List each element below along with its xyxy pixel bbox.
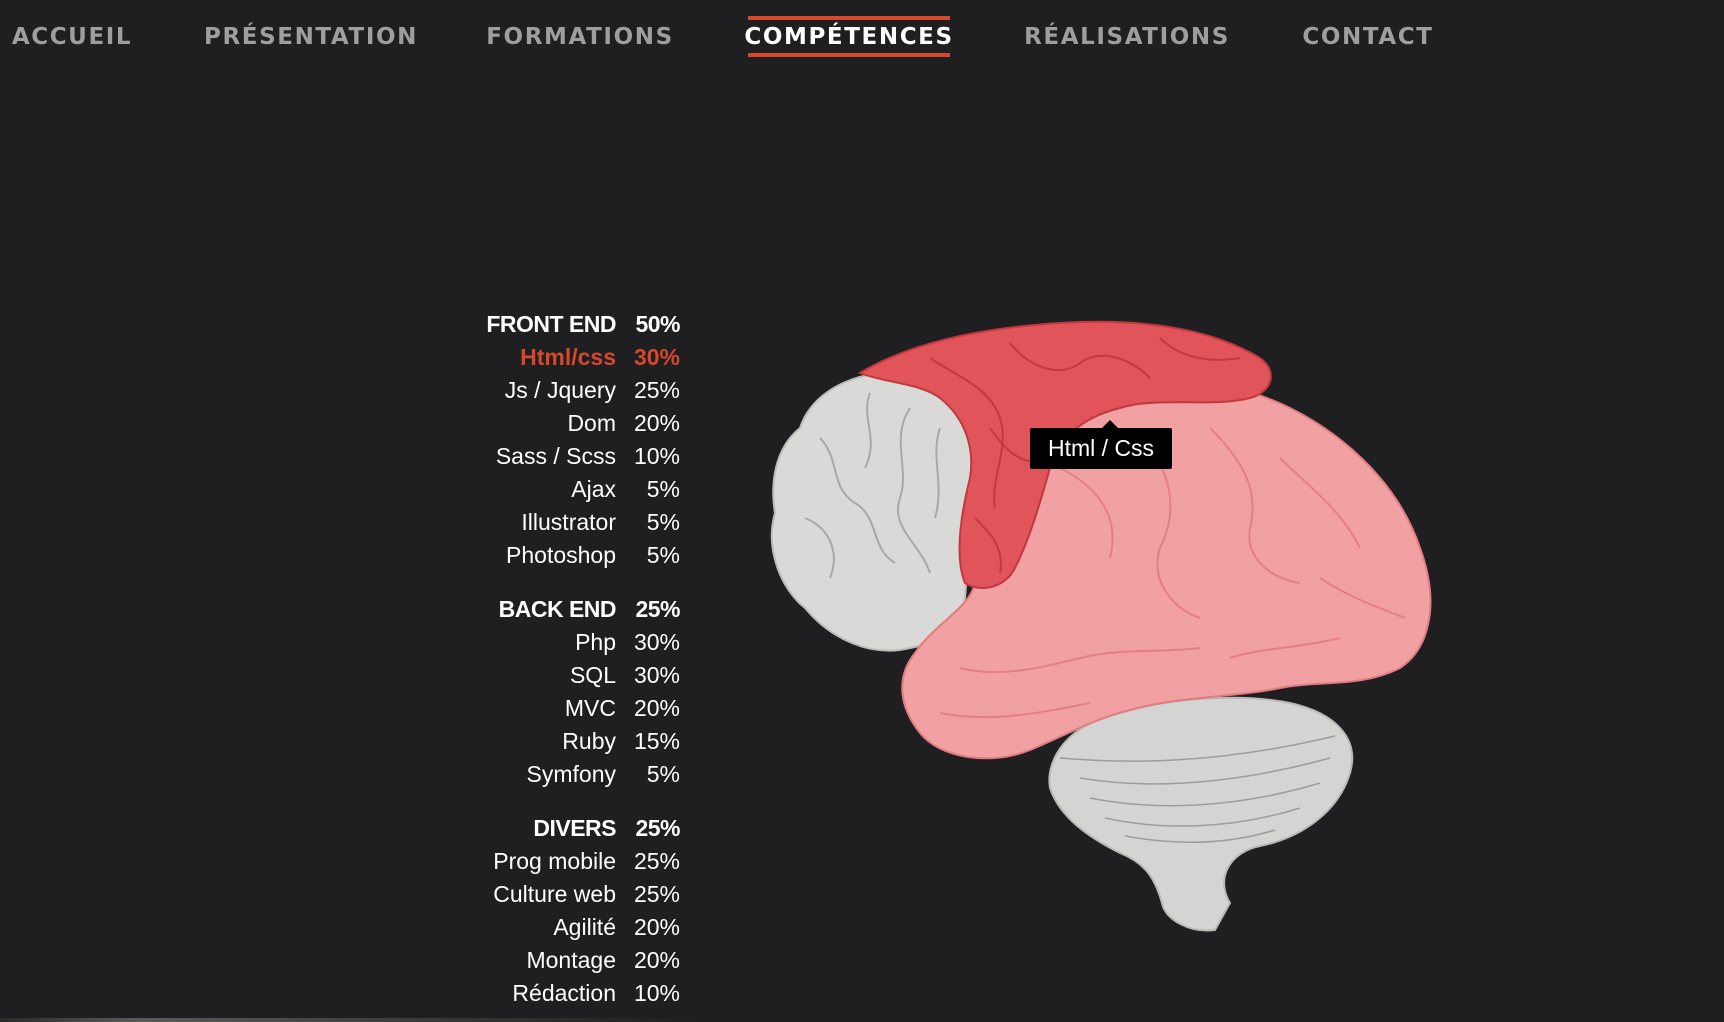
skill-name: Agilité [553, 914, 616, 940]
skill-percent: 25% [633, 377, 680, 403]
nav-link-presentation[interactable]: PRÉSENTATION [204, 16, 416, 57]
nav-link-contact[interactable]: CONTACT [1302, 16, 1432, 57]
skill-item-symfony[interactable]: Symfony 5% [420, 758, 680, 791]
brain-tooltip: Html / Css [1030, 420, 1173, 469]
skill-item-illustrator[interactable]: Illustrator 5% [420, 506, 680, 539]
skill-name: MVC [564, 695, 616, 721]
skill-percent: 30% [633, 344, 680, 370]
skill-name: Ruby [562, 728, 616, 754]
skill-group-percent: 25% [635, 596, 680, 622]
skill-name: Dom [567, 410, 616, 436]
skill-item-photoshop[interactable]: Photoshop 5% [420, 539, 680, 572]
skills-list: FRONT END 50% Html/css 30% Js / Jquery 2… [420, 308, 680, 1010]
brain-illustration [770, 320, 1432, 932]
skill-item-dom[interactable]: Dom 20% [420, 407, 680, 440]
skill-percent: 20% [633, 914, 680, 940]
skill-item-agilite[interactable]: Agilité 20% [420, 911, 680, 944]
skill-group-front-end[interactable]: FRONT END 50% [420, 308, 680, 341]
skill-item-sass-scss[interactable]: Sass / Scss 10% [420, 440, 680, 473]
skill-group-name: DIVERS [533, 815, 616, 841]
skill-group-name: FRONT END [486, 311, 616, 337]
skill-name: Photoshop [506, 542, 616, 568]
skill-item-prog-mobile[interactable]: Prog mobile 25% [420, 845, 680, 878]
skill-item-montage[interactable]: Montage 20% [420, 944, 680, 977]
skill-name: Illustrator [521, 509, 616, 535]
skill-name: Js / Jquery [504, 377, 616, 403]
skill-percent: 5% [646, 509, 680, 535]
skill-item-ajax[interactable]: Ajax 5% [420, 473, 680, 506]
skill-item-html-css[interactable]: Html/css 30% [420, 341, 680, 374]
skill-item-php[interactable]: Php 30% [420, 626, 680, 659]
skill-item-ruby[interactable]: Ruby 15% [420, 725, 680, 758]
skill-item-js-jquery[interactable]: Js / Jquery 25% [420, 374, 680, 407]
top-navigation: ACCUEIL PRÉSENTATION FORMATIONS COMPÉTEN… [0, 0, 1724, 80]
skill-group-percent: 50% [635, 311, 680, 337]
skill-percent: 20% [633, 947, 680, 973]
skill-percent: 20% [633, 410, 680, 436]
skill-group-name: BACK END [498, 596, 617, 622]
skill-percent: 30% [633, 629, 680, 655]
skill-group-percent: 25% [635, 815, 680, 841]
skill-name: SQL [569, 662, 616, 688]
skill-name: Symfony [526, 761, 616, 787]
brain-region-occipital[interactable] [770, 368, 978, 652]
skill-group-divers[interactable]: DIVERS 25% [420, 812, 680, 845]
skill-percent: 10% [633, 443, 680, 469]
skill-name: Php [575, 629, 616, 655]
skill-item-redaction[interactable]: Rédaction 10% [420, 977, 680, 1010]
skill-percent: 5% [646, 761, 680, 787]
skill-name: Prog mobile [493, 848, 616, 874]
skill-percent: 30% [633, 662, 680, 688]
skill-name: Culture web [493, 881, 616, 907]
nav-link-realisations[interactable]: RÉALISATIONS [1024, 16, 1228, 57]
skill-group-back-end[interactable]: BACK END 25% [420, 593, 681, 626]
skill-percent: 25% [633, 881, 680, 907]
skill-percent: 25% [633, 848, 680, 874]
skill-name: Rédaction [512, 980, 616, 1006]
skill-percent: 10% [633, 980, 680, 1006]
skill-percent: 5% [646, 542, 680, 568]
skill-item-mvc[interactable]: MVC 20% [420, 692, 680, 725]
skill-percent: 15% [633, 728, 680, 754]
nav-link-accueil[interactable]: ACCUEIL [12, 16, 132, 57]
brain-region-cerebellum[interactable] [1048, 696, 1354, 932]
skill-item-culture-web[interactable]: Culture web 25% [420, 878, 680, 911]
skill-name: Montage [526, 947, 616, 973]
skill-item-sql[interactable]: SQL 30% [420, 659, 680, 692]
footer-image-edge [0, 1018, 700, 1022]
nav-link-competences[interactable]: COMPÉTENCES [744, 16, 952, 57]
skill-name: Ajax [571, 476, 616, 502]
nav-link-formations[interactable]: FORMATIONS [486, 16, 672, 57]
skill-percent: 20% [633, 695, 680, 721]
skill-percent: 5% [646, 476, 680, 502]
skill-name: Html/css [520, 344, 616, 370]
skill-name: Sass / Scss [495, 443, 616, 469]
